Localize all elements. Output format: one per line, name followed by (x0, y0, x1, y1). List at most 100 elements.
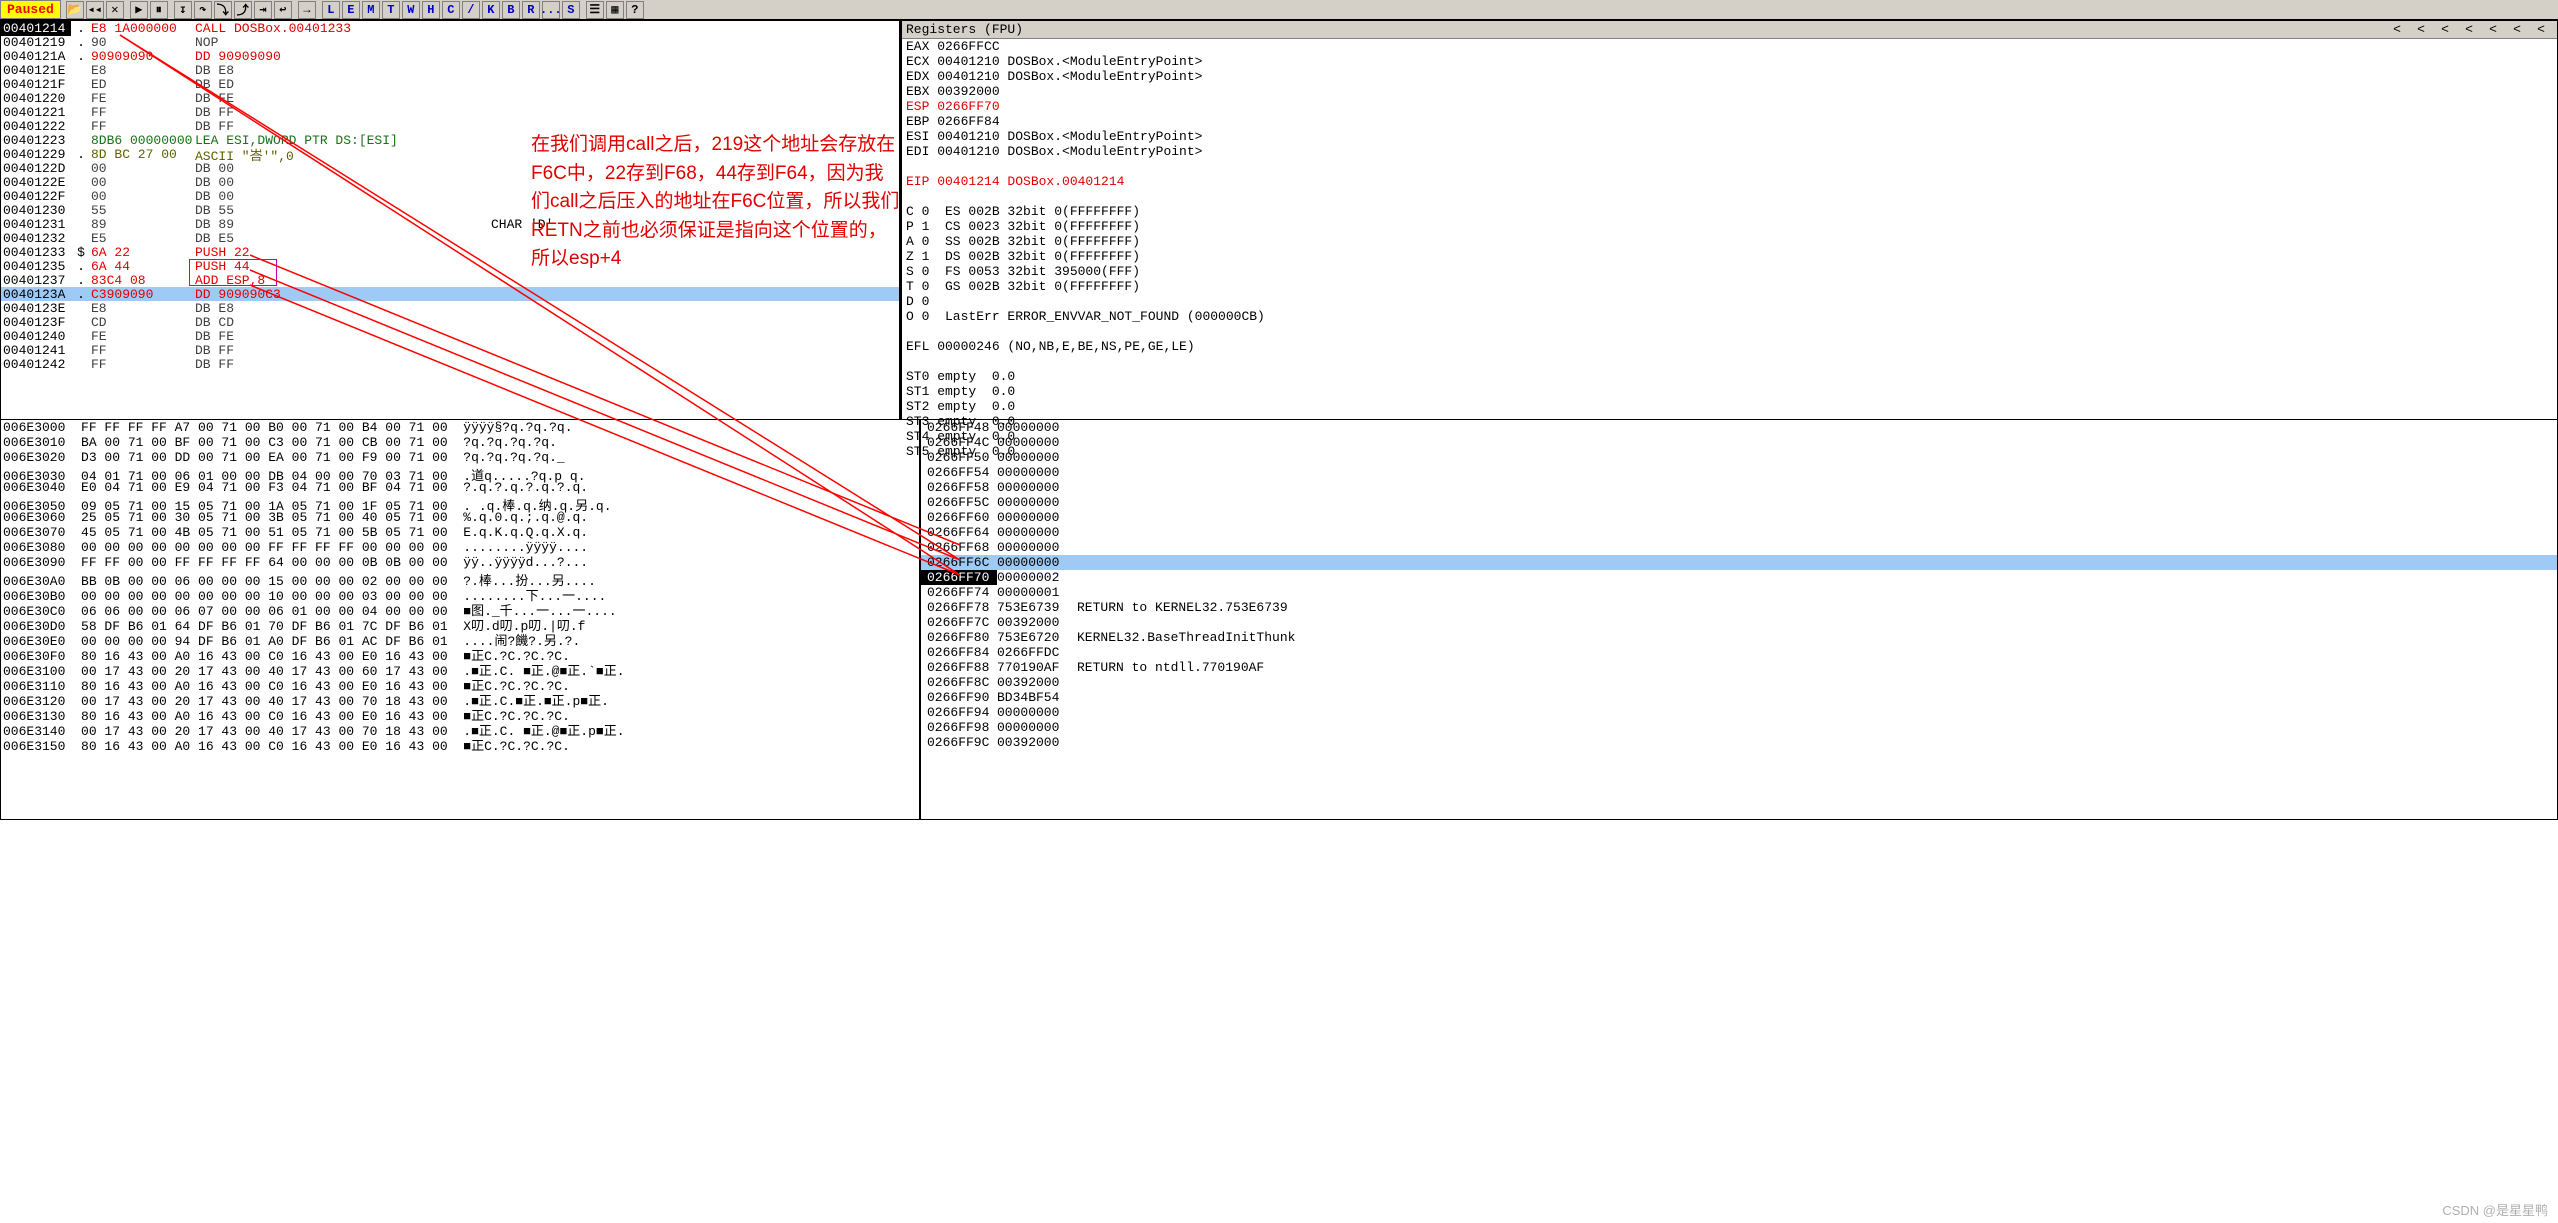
window-/-button[interactable]: / (462, 1, 480, 19)
reg-tab-2[interactable]: < (2433, 22, 2457, 37)
dump-row[interactable]: 006E3090 FF FF 00 00 FF FF FF FF 64 00 0… (1, 555, 919, 570)
reg-tab-6[interactable]: < (2529, 22, 2553, 37)
stack-row[interactable]: 0266FF7000000002 (921, 570, 2557, 585)
stack-row[interactable]: 0266FF88770190AFRETURN to ntdll.770190AF (921, 660, 2557, 675)
window-s-button[interactable]: S (562, 1, 580, 19)
disasm-row[interactable]: 00401237.83C4 08ADD ESP,8 (1, 273, 899, 287)
register-row[interactable]: ESI 00401210 DOSBox.<ModuleEntryPoint> (902, 129, 2557, 144)
dump-row[interactable]: 006E30C0 06 06 00 00 06 07 00 00 06 01 0… (1, 600, 919, 615)
dump-row[interactable]: 006E3110 80 16 43 00 A0 16 43 00 C0 16 4… (1, 675, 919, 690)
register-row[interactable]: P 1 CS 0023 32bit 0(FFFFFFFF) (902, 219, 2557, 234)
disasm-row[interactable]: 00401240FEDB FE (1, 329, 899, 343)
disasm-row[interactable]: 0040123FCDDB CD (1, 315, 899, 329)
goto-icon[interactable]: → (298, 1, 316, 19)
register-row[interactable]: Z 1 DS 002B 32bit 0(FFFFFFFF) (902, 249, 2557, 264)
window-w-button[interactable]: W (402, 1, 420, 19)
register-row[interactable]: ST1 empty 0.0 (902, 384, 2557, 399)
dump-row[interactable]: 006E3130 80 16 43 00 A0 16 43 00 C0 16 4… (1, 705, 919, 720)
stack-row[interactable]: 0266FF4800000000 (921, 420, 2557, 435)
stack-row[interactable]: 0266FF90BD34BF54 (921, 690, 2557, 705)
window-l-button[interactable]: L (322, 1, 340, 19)
dump-row[interactable]: 006E3100 00 17 43 00 20 17 43 00 40 17 4… (1, 660, 919, 675)
register-row[interactable] (902, 324, 2557, 339)
window-b-button[interactable]: B (502, 1, 520, 19)
disassembly-pane[interactable]: 00401214.E8 1A000000CALL DOSBox.00401233… (1, 21, 901, 419)
stack-row[interactable]: 0266FF6800000000 (921, 540, 2557, 555)
dump-row[interactable]: 006E3040 E0 04 71 00 E9 04 71 00 F3 04 7… (1, 480, 919, 495)
register-row[interactable]: T 0 GS 002B 32bit 0(FFFFFFFF) (902, 279, 2557, 294)
dump-row[interactable]: 006E3050 09 05 71 00 15 05 71 00 1A 05 7… (1, 495, 919, 510)
stack-row[interactable]: 0266FF4C00000000 (921, 435, 2557, 450)
register-row[interactable]: EFL 00000246 (NO,NB,E,BE,NS,PE,GE,LE) (902, 339, 2557, 354)
rewind-icon[interactable]: ◂◂ (86, 1, 104, 19)
register-row[interactable]: O 0 LastErr ERROR_ENVVAR_NOT_FOUND (0000… (902, 309, 2557, 324)
stack-row[interactable]: 0266FF6000000000 (921, 510, 2557, 525)
hex-dump-pane[interactable]: 006E3000 FF FF FF FF A7 00 71 00 B0 00 7… (1, 420, 921, 819)
register-row[interactable]: EBX 00392000 (902, 84, 2557, 99)
window-t-button[interactable]: T (382, 1, 400, 19)
dump-row[interactable]: 006E3120 00 17 43 00 20 17 43 00 40 17 4… (1, 690, 919, 705)
stack-row[interactable]: 0266FF9800000000 (921, 720, 2557, 735)
window-e-button[interactable]: E (342, 1, 360, 19)
step-over-icon[interactable]: ↷ (194, 1, 212, 19)
dump-row[interactable]: 006E3030 04 01 71 00 06 01 00 00 DB 04 0… (1, 465, 919, 480)
register-row[interactable]: ST2 empty 0.0 (902, 399, 2557, 414)
return-icon[interactable]: ↩ (274, 1, 292, 19)
register-row[interactable] (902, 189, 2557, 204)
stack-row[interactable]: 0266FF9400000000 (921, 705, 2557, 720)
disasm-row[interactable]: 00401220FEDB FE (1, 91, 899, 105)
window-k-button[interactable]: K (482, 1, 500, 19)
disasm-row[interactable]: 00401221FFDB FF (1, 105, 899, 119)
window-m-button[interactable]: M (362, 1, 380, 19)
register-row[interactable] (902, 159, 2557, 174)
disasm-row[interactable]: 00401214.E8 1A000000CALL DOSBox.00401233 (1, 21, 899, 35)
step-into-icon[interactable]: ↧ (174, 1, 192, 19)
disasm-row[interactable]: 00401219.90NOP (1, 35, 899, 49)
reg-tab-5[interactable]: < (2505, 22, 2529, 37)
register-row[interactable]: EIP 00401214 DOSBox.00401214 (902, 174, 2557, 189)
stack-pane[interactable]: 0266FF48000000000266FF4C000000000266FF50… (921, 420, 2557, 819)
open-icon[interactable]: 📂 (66, 1, 84, 19)
dump-row[interactable]: 006E30B0 00 00 00 00 00 00 00 00 10 00 0… (1, 585, 919, 600)
dump-row[interactable]: 006E3070 45 05 71 00 4B 05 71 00 51 05 7… (1, 525, 919, 540)
register-row[interactable]: A 0 SS 002B 32bit 0(FFFFFFFF) (902, 234, 2557, 249)
dump-row[interactable]: 006E3010 BA 00 71 00 BF 00 71 00 C3 00 7… (1, 435, 919, 450)
register-row[interactable]: S 0 FS 0053 32bit 395000(FFF) (902, 264, 2557, 279)
register-row[interactable]: EDX 00401210 DOSBox.<ModuleEntryPoint> (902, 69, 2557, 84)
stack-row[interactable]: 0266FF7400000001 (921, 585, 2557, 600)
stack-row[interactable]: 0266FF78753E6739RETURN to KERNEL32.753E6… (921, 600, 2557, 615)
register-row[interactable] (902, 354, 2557, 369)
stack-row[interactable]: 0266FF5800000000 (921, 480, 2557, 495)
register-row[interactable]: C 0 ES 002B 32bit 0(FFFFFFFF) (902, 204, 2557, 219)
window-r-button[interactable]: R (522, 1, 540, 19)
disasm-row[interactable]: 0040123A.C3909090DD 909090C3 (1, 287, 899, 301)
stack-row[interactable]: 0266FF5C00000000 (921, 495, 2557, 510)
dump-row[interactable]: 006E30A0 BB 0B 00 00 06 00 00 00 15 00 0… (1, 570, 919, 585)
disasm-row[interactable]: 0040121EE8DB E8 (1, 63, 899, 77)
stack-row[interactable]: 0266FF840266FFDC (921, 645, 2557, 660)
window-c-button[interactable]: C (442, 1, 460, 19)
register-row[interactable]: EAX 0266FFCC (902, 39, 2557, 54)
help-icon[interactable]: ? (626, 1, 644, 19)
reg-tab-4[interactable]: < (2481, 22, 2505, 37)
register-row[interactable]: EBP 0266FF84 (902, 114, 2557, 129)
register-row[interactable]: ST0 empty 0.0 (902, 369, 2557, 384)
run-until-icon[interactable]: ⇥ (254, 1, 272, 19)
stack-row[interactable]: 0266FF7C00392000 (921, 615, 2557, 630)
dump-row[interactable]: 006E3000 FF FF FF FF A7 00 71 00 B0 00 7… (1, 420, 919, 435)
dump-row[interactable]: 006E3140 00 17 43 00 20 17 43 00 40 17 4… (1, 720, 919, 735)
stack-row[interactable]: 0266FF6400000000 (921, 525, 2557, 540)
dump-row[interactable]: 006E3080 00 00 00 00 00 00 00 00 FF FF F… (1, 540, 919, 555)
dump-row[interactable]: 006E3150 80 16 43 00 A0 16 43 00 C0 16 4… (1, 735, 919, 750)
stack-row[interactable]: 0266FF8C00392000 (921, 675, 2557, 690)
stack-row[interactable]: 0266FF6C00000000 (921, 555, 2557, 570)
dump-row[interactable]: 006E30D0 58 DF B6 01 64 DF B6 01 70 DF B… (1, 615, 919, 630)
disasm-row[interactable]: 0040123EE8DB E8 (1, 301, 899, 315)
stack-row[interactable]: 0266FF80753E6720KERNEL32.BaseThreadInitT… (921, 630, 2557, 645)
dump-row[interactable]: 006E30E0 00 00 00 00 94 DF B6 01 A0 DF B… (1, 630, 919, 645)
trace-over-icon[interactable]: ⤴ (234, 1, 252, 19)
stack-row[interactable]: 0266FF5000000000 (921, 450, 2557, 465)
run-icon[interactable]: ▶ (130, 1, 148, 19)
disasm-row[interactable]: 0040121FEDDB ED (1, 77, 899, 91)
appearance-icon[interactable]: ▦ (606, 1, 624, 19)
